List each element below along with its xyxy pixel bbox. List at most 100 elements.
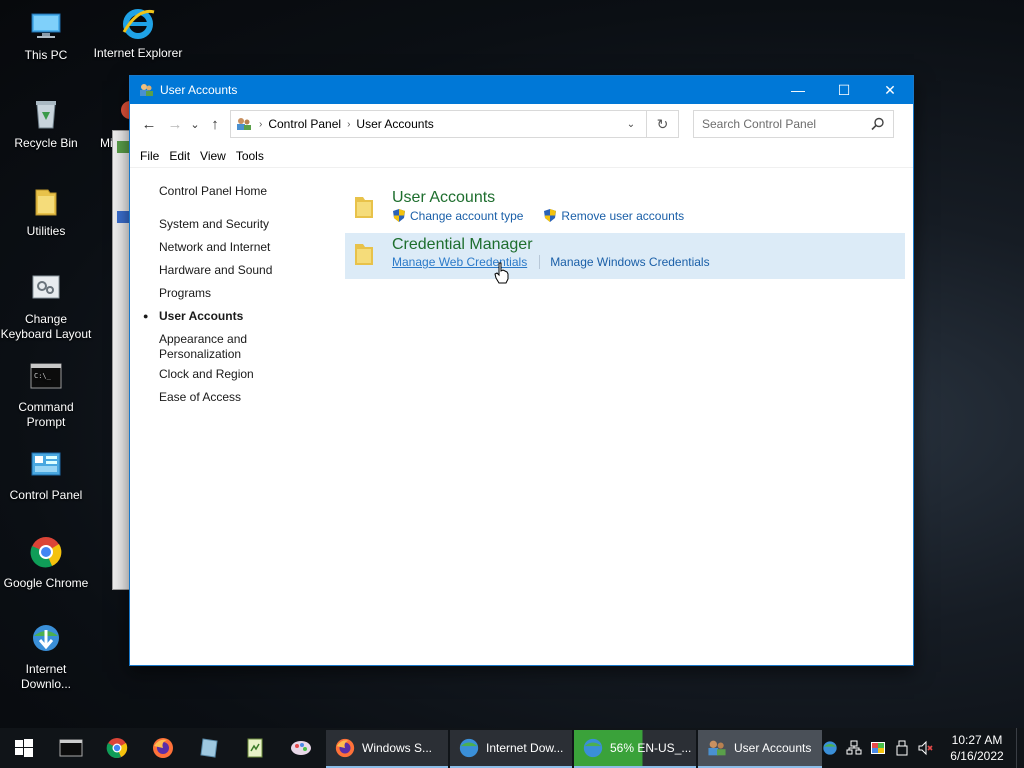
menu-edit[interactable]: Edit	[164, 149, 195, 163]
desktop-icon-google-chrome[interactable]: Google Chrome	[0, 536, 92, 591]
download-manager-icon	[582, 737, 604, 759]
system-tray: 10:27 AM 6/16/2022	[818, 728, 1024, 768]
terminal-icon: C:\_	[28, 360, 64, 396]
desktop-icon-label: Command Prompt	[18, 400, 74, 429]
taskbar-task-user-accounts[interactable]: User Accounts	[698, 729, 822, 768]
pinned-paint[interactable]	[278, 728, 324, 768]
breadcrumb-user-accounts[interactable]: User Accounts	[356, 117, 433, 131]
taskbar-task-windows[interactable]: Windows S...	[326, 729, 448, 768]
content-pane: User Accounts Change account type Remove…	[345, 186, 905, 279]
tray-download-manager-icon[interactable]	[818, 728, 842, 768]
pinned-app[interactable]	[186, 728, 232, 768]
user-accounts-icon	[138, 82, 154, 98]
desktop-icon-label: Google Chrome	[3, 576, 89, 590]
notebook-icon	[200, 738, 218, 758]
nav-programs[interactable]: Programs	[159, 286, 319, 301]
address-bar[interactable]: › Control Panel › User Accounts ⌄	[230, 110, 647, 138]
folder-icon	[353, 194, 375, 220]
download-manager-icon	[28, 622, 64, 658]
up-button[interactable]: ↑	[202, 111, 228, 137]
pinned-notepad[interactable]	[232, 728, 278, 768]
folder-icon	[28, 184, 64, 220]
menu-view[interactable]: View	[195, 149, 231, 163]
desktop-icon-internet-download-manager[interactable]: Internet Downlo...	[0, 622, 92, 692]
minimize-button[interactable]: —	[775, 76, 821, 104]
task-label: Windows S...	[362, 740, 433, 755]
desktop-icon-label: Control Panel	[9, 488, 83, 502]
desktop-icon-command-prompt[interactable]: C:\_ Command Prompt	[0, 360, 92, 430]
change-account-type-link[interactable]: Change account type	[410, 209, 523, 223]
close-button[interactable]: ✕	[867, 76, 913, 104]
svg-text:C:\_: C:\_	[34, 372, 52, 380]
menu-tools[interactable]: Tools	[231, 149, 269, 163]
back-button[interactable]: ←	[136, 111, 162, 137]
network-icon[interactable]	[842, 728, 866, 768]
taskbar: Windows S... Internet Dow... 56% EN-US_.…	[0, 728, 1024, 768]
manage-windows-credentials-link[interactable]: Manage Windows Credentials	[550, 255, 709, 269]
chrome-icon	[28, 536, 64, 572]
desktop-icon-control-panel[interactable]: Control Panel	[0, 448, 92, 503]
menu-bar: File Edit View Tools	[130, 144, 913, 168]
user-accounts-window[interactable]: User Accounts — ☐ ✕ ← → ⌄ ↑ › Control Pa…	[129, 75, 914, 666]
title-bar[interactable]: User Accounts — ☐ ✕	[130, 76, 913, 104]
nav-control-panel-home[interactable]: Control Panel Home	[159, 184, 319, 199]
forward-button[interactable]: →	[162, 111, 188, 137]
clock-time: 10:27 AM	[951, 733, 1003, 747]
start-button[interactable]	[0, 728, 48, 768]
nav-ease-of-access[interactable]: Ease of Access	[159, 390, 319, 405]
link-separator	[539, 255, 541, 269]
remove-user-accounts-link[interactable]: Remove user accounts	[561, 209, 684, 223]
show-desktop-button[interactable]	[1016, 728, 1024, 768]
search-box[interactable]	[693, 110, 894, 138]
nav-hardware-and-sound[interactable]: Hardware and Sound	[159, 263, 319, 278]
desktop-icon-utilities[interactable]: Utilities	[0, 184, 92, 239]
breadcrumb-control-panel[interactable]: Control Panel	[268, 117, 341, 131]
keyboard-settings-icon	[28, 272, 64, 308]
search-input[interactable]	[702, 117, 862, 131]
color-display-icon[interactable]	[866, 728, 890, 768]
pinned-command-prompt[interactable]	[48, 728, 94, 768]
clock[interactable]: 10:27 AM 6/16/2022	[938, 732, 1016, 764]
paint-icon	[291, 741, 311, 755]
pinned-firefox[interactable]	[140, 728, 186, 768]
refresh-button[interactable]: ↻	[647, 110, 679, 138]
terminal-icon	[59, 739, 83, 757]
recycle-bin-icon	[28, 96, 64, 132]
recent-locations-button[interactable]: ⌄	[188, 111, 202, 137]
nav-user-accounts[interactable]: User Accounts	[143, 309, 319, 324]
desktop-icon-internet-explorer[interactable]: Internet Explorer	[92, 6, 184, 61]
task-label: User Accounts	[734, 740, 812, 755]
nav-appearance-and-personalization[interactable]: Appearance and Personalization	[159, 332, 269, 362]
desktop-icon-this-pc[interactable]: This PC	[0, 8, 92, 63]
menu-file[interactable]: File	[135, 149, 164, 163]
address-bar-row: ← → ⌄ ↑ › Control Panel › User Accounts …	[130, 104, 913, 144]
taskbar-task-download-progress[interactable]: 56% EN-US_...	[574, 729, 696, 768]
uac-shield-icon	[543, 208, 557, 223]
firefox-icon	[334, 737, 356, 759]
internet-explorer-icon	[120, 6, 156, 42]
task-label: 56% EN-US_...	[610, 740, 692, 755]
address-dropdown-button[interactable]: ⌄	[616, 111, 646, 137]
volume-muted-icon[interactable]	[914, 728, 938, 768]
desktop-icon-label: Recycle Bin	[14, 136, 78, 150]
download-manager-icon	[458, 737, 480, 759]
hand-cursor-icon	[494, 262, 510, 284]
left-navigation: Control Panel Home System and Security N…	[143, 184, 319, 413]
control-panel-icon	[28, 448, 64, 484]
category-credential-manager[interactable]: Credential Manager Manage Web Credential…	[345, 233, 905, 279]
nav-system-and-security[interactable]: System and Security	[159, 217, 319, 232]
usb-icon[interactable]	[890, 728, 914, 768]
nav-clock-and-region[interactable]: Clock and Region	[159, 367, 319, 382]
search-icon[interactable]	[871, 117, 885, 131]
desktop-icon-label: This PC	[24, 48, 68, 62]
desktop-icon-change-keyboard-layout[interactable]: Change Keyboard Layout	[0, 272, 92, 342]
taskbar-task-internet-download[interactable]: Internet Dow...	[450, 729, 572, 768]
this-pc-icon	[28, 8, 64, 44]
maximize-button[interactable]: ☐	[821, 76, 867, 104]
desktop-icon-recycle-bin[interactable]: Recycle Bin	[0, 96, 92, 151]
desktop-icon-label: Change Keyboard Layout	[0, 312, 92, 341]
category-title[interactable]: Credential Manager	[392, 235, 905, 254]
nav-network-and-internet[interactable]: Network and Internet	[159, 240, 319, 255]
category-title[interactable]: User Accounts	[392, 188, 905, 207]
pinned-chrome[interactable]	[94, 728, 140, 768]
